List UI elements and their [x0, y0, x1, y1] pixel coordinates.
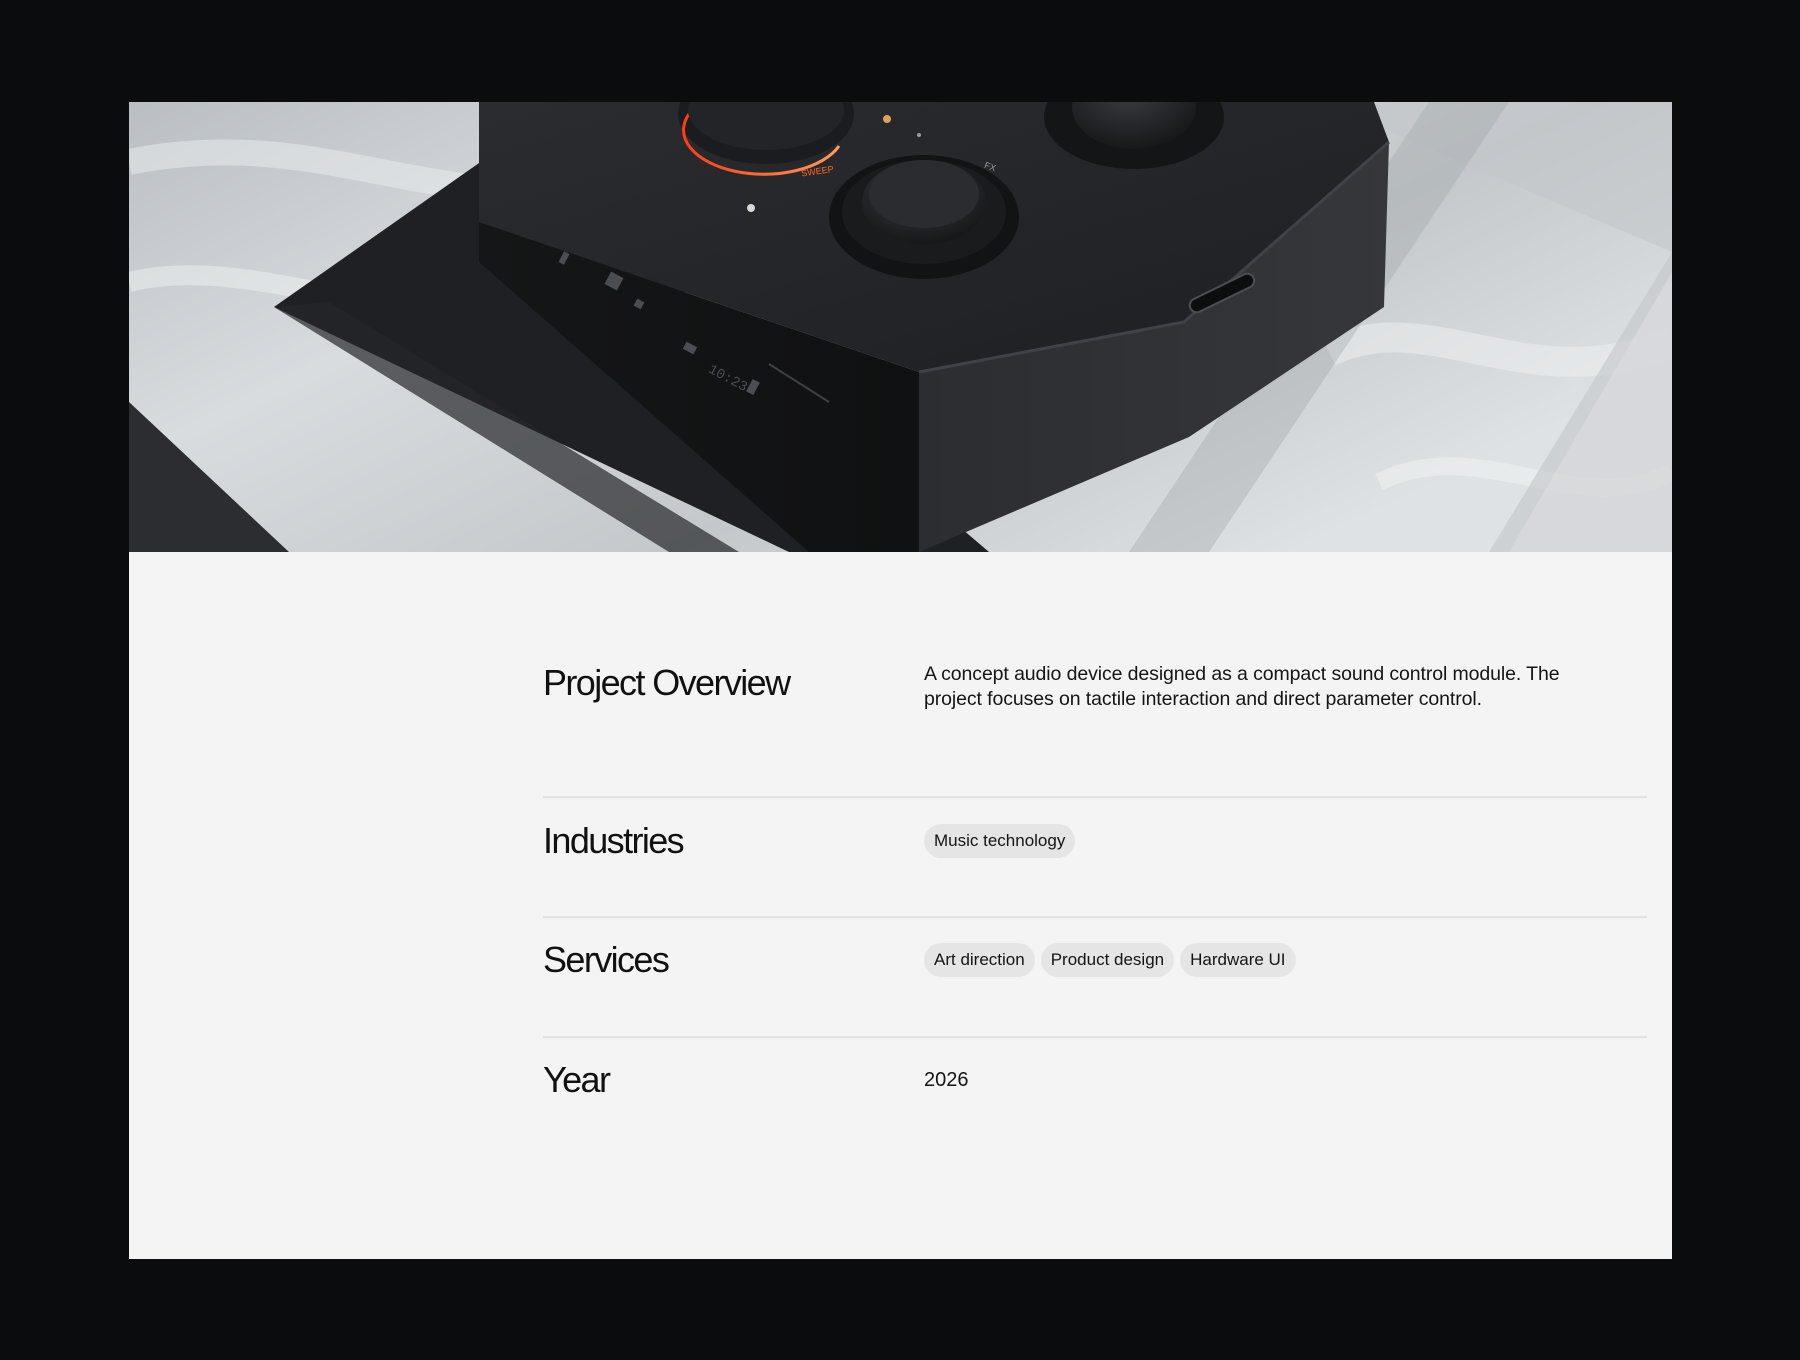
tag-art-direction: Art direction [924, 943, 1035, 977]
overview-description: A concept audio device designed as a com… [924, 663, 1560, 710]
tag-product-design: Product design [1040, 943, 1175, 977]
divider [543, 916, 1647, 918]
year-value: 2026 [924, 1069, 969, 1091]
divider [543, 1036, 1647, 1038]
tag-hardware-ui: Hardware UI [1180, 943, 1296, 977]
project-card: SWEEP FX 10:23 Project Overview A concep… [129, 102, 1672, 1259]
overview-heading: Project Overview [543, 662, 791, 703]
services-tags: Art direction Product design Hardware UI [924, 943, 1302, 977]
hero-image: SWEEP FX 10:23 [129, 102, 1672, 552]
tag-music-technology: Music technology [924, 824, 1076, 858]
year-heading: Year [543, 1059, 611, 1100]
industries-heading: Industries [543, 820, 685, 861]
industries-tags: Music technology [924, 824, 1081, 858]
divider [543, 796, 1647, 798]
audio-device-photo: SWEEP FX 10:23 [129, 102, 1672, 552]
services-heading: Services [543, 939, 670, 980]
